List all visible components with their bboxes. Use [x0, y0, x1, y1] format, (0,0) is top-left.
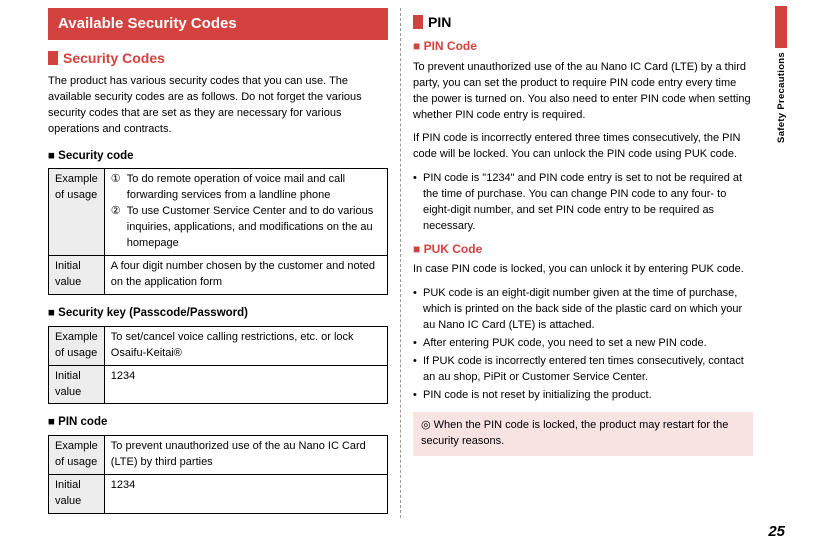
table-cell-label: Initial value: [49, 475, 105, 514]
list-item: If PUK code is incorrectly entered ten t…: [413, 354, 753, 386]
page-number: 25: [768, 521, 785, 543]
page-content: Available Security Codes Security Codes …: [0, 0, 815, 526]
table-cell-label: Example of usage: [49, 436, 105, 475]
list-item: After entering PUK code, you need to set…: [413, 336, 753, 352]
left-column: Available Security Codes Security Codes …: [36, 8, 401, 518]
security-key-table: Example of usage To set/cancel voice cal…: [48, 326, 388, 405]
red-block-icon: [48, 51, 58, 65]
intro-text: The product has various security codes t…: [48, 74, 388, 138]
security-key-heading: Security key (Passcode/Password): [48, 305, 388, 322]
puk-code-bullets: PUK code is an eight-digit number given …: [413, 286, 753, 404]
table-cell-value: 1234: [104, 365, 387, 404]
puk-code-intro: In case PIN code is locked, you can unlo…: [413, 262, 753, 278]
table-cell-value: To prevent unauthorized use of the au Na…: [104, 436, 387, 475]
table-cell-label: Example of usage: [49, 169, 105, 256]
side-tab-label: Safety Precautions: [775, 52, 789, 143]
security-codes-heading: Security Codes: [48, 48, 388, 68]
side-tab: Safety Precautions: [775, 6, 789, 143]
table-cell-value: ①To do remote operation of voice mail an…: [104, 169, 387, 256]
security-code-table: Example of usage ①To do remote operation…: [48, 168, 388, 295]
table-cell-label: Initial value: [49, 365, 105, 404]
table-cell-label: Initial value: [49, 256, 105, 295]
pin-code-table: Example of usage To prevent unauthorized…: [48, 435, 388, 514]
table-cell-value: 1234: [104, 475, 387, 514]
list-item: PIN code is "1234" and PIN code entry is…: [413, 171, 753, 235]
pin-code-para2: If PIN code is incorrectly entered three…: [413, 131, 753, 163]
list-item: PIN code is not reset by initializing th…: [413, 388, 753, 404]
red-block-icon: [413, 15, 423, 29]
puk-code-subheading: PUK Code: [413, 241, 753, 258]
pin-code-heading: PIN code: [48, 414, 388, 431]
section-banner: Available Security Codes: [48, 8, 388, 40]
right-column: PIN PIN Code To prevent unauthorized use…: [401, 8, 765, 518]
pin-code-subheading: PIN Code: [413, 38, 753, 55]
pin-code-para1: To prevent unauthorized use of the au Na…: [413, 60, 753, 124]
table-cell-value: To set/cancel voice calling restrictions…: [104, 326, 387, 365]
side-tab-marker: [775, 6, 787, 48]
note-box: ◎ When the PIN code is locked, the produ…: [413, 412, 753, 456]
pin-heading: PIN: [413, 12, 753, 32]
list-item: PUK code is an eight-digit number given …: [413, 286, 753, 334]
table-cell-label: Example of usage: [49, 326, 105, 365]
security-code-heading: Security code: [48, 148, 388, 165]
table-cell-value: A four digit number chosen by the custom…: [104, 256, 387, 295]
pin-code-bullets: PIN code is "1234" and PIN code entry is…: [413, 171, 753, 235]
